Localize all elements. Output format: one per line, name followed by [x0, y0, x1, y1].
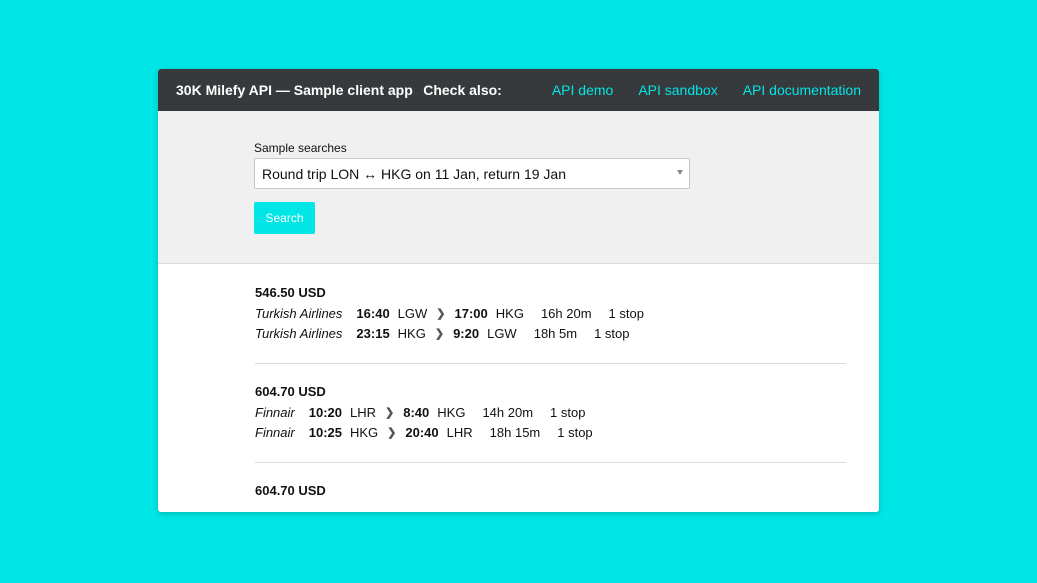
stop-count: 1 stop — [557, 424, 593, 440]
flight-leg: Finnair 10:20 LHR ❯ 8:40 HKG 14h 20m 1 stop — [255, 402, 846, 422]
result-price: 604.70 USD — [255, 384, 326, 399]
arrival-airport: LGW — [487, 325, 517, 341]
flight-duration: 14h 20m — [482, 404, 534, 420]
departure-airport: HKG — [397, 325, 426, 341]
result-price: 546.50 USD — [255, 285, 326, 300]
result-item[interactable]: 604.70 USD — [255, 483, 846, 512]
flight-duration: 16h 20m — [540, 305, 592, 321]
stop-count: 1 stop — [608, 305, 644, 321]
arrival-time: 17:00 — [454, 305, 488, 321]
results-list: 546.50 USD Turkish Airlines 16:40 LGW ❯ 17:00… — [158, 264, 879, 512]
search-panel: Sample searches Round trip LON ↔ HKG on … — [158, 111, 879, 264]
flight-leg: Finnair 10:25 HKG ❯ 20:40 LHR 18h 15m 1 stop — [255, 422, 846, 442]
top-navbar: 30K Milefy API — Sample client app Check… — [158, 69, 879, 111]
arrival-time: 20:40 — [405, 424, 439, 440]
airline-name: Turkish Airlines — [255, 325, 343, 341]
departure-time: 10:20 — [308, 404, 342, 420]
arrival-airport: HKG — [437, 404, 466, 420]
flight-leg: Turkish Airlines 23:15 HKG ❯ 9:20 LGW 18h 5m 1 … — [255, 323, 846, 343]
selected-search-value: Round trip LON ↔ HKG on 11 Jan, return 1… — [262, 165, 567, 182]
stop-count: 1 stop — [594, 325, 630, 341]
api-sandbox-link[interactable]: API sandbox — [638, 82, 717, 98]
dropdown-arrow-icon — [677, 170, 683, 175]
departure-airport: LHR — [350, 404, 377, 420]
sample-searches-label: Sample searches — [254, 141, 347, 155]
departure-time: 23:15 — [356, 325, 390, 341]
app-title: 30K Milefy API — Sample client app — [176, 82, 413, 98]
chevron-right-icon: ❯ — [434, 327, 445, 340]
flight-duration: 18h 15m — [489, 424, 541, 440]
airline-name: Finnair — [255, 424, 295, 440]
result-item[interactable]: 604.70 USD Finnair 10:20 LHR ❯ 8:40 HKG 14h 20m… — [255, 384, 846, 463]
api-documentation-link[interactable]: API documentation — [743, 82, 861, 98]
airline-name: Finnair — [255, 404, 295, 420]
flight-leg: Turkish Airlines 16:40 LGW ❯ 17:00 HKG 16h 20m… — [255, 303, 846, 323]
result-item[interactable]: 546.50 USD Turkish Airlines 16:40 LGW ❯ 17:00… — [255, 285, 846, 364]
arrival-airport: LHR — [446, 424, 473, 440]
departure-airport: HKG — [350, 424, 379, 440]
app-window: 30K Milefy API — Sample client app Check… — [158, 69, 879, 512]
stop-count: 1 stop — [550, 404, 586, 420]
api-demo-link[interactable]: API demo — [552, 82, 613, 98]
departure-time: 16:40 — [356, 305, 390, 321]
departure-time: 10:25 — [308, 424, 342, 440]
arrival-time: 9:20 — [453, 325, 480, 341]
arrival-airport: HKG — [495, 305, 524, 321]
arrival-time: 8:40 — [403, 404, 430, 420]
search-button[interactable]: Search — [254, 202, 315, 234]
chevron-right-icon: ❯ — [385, 406, 395, 419]
chevron-right-icon: ❯ — [387, 426, 397, 439]
airline-name: Turkish Airlines — [255, 305, 343, 321]
departure-airport: LGW — [397, 305, 428, 321]
chevron-right-icon: ❯ — [436, 307, 446, 320]
result-price: 604.70 USD — [255, 483, 326, 498]
check-also-label: Check also: — [423, 82, 502, 98]
sample-searches-select[interactable]: Round trip LON ↔ HKG on 11 Jan, return 1… — [254, 158, 690, 189]
flight-duration: 18h 5m — [533, 325, 578, 341]
